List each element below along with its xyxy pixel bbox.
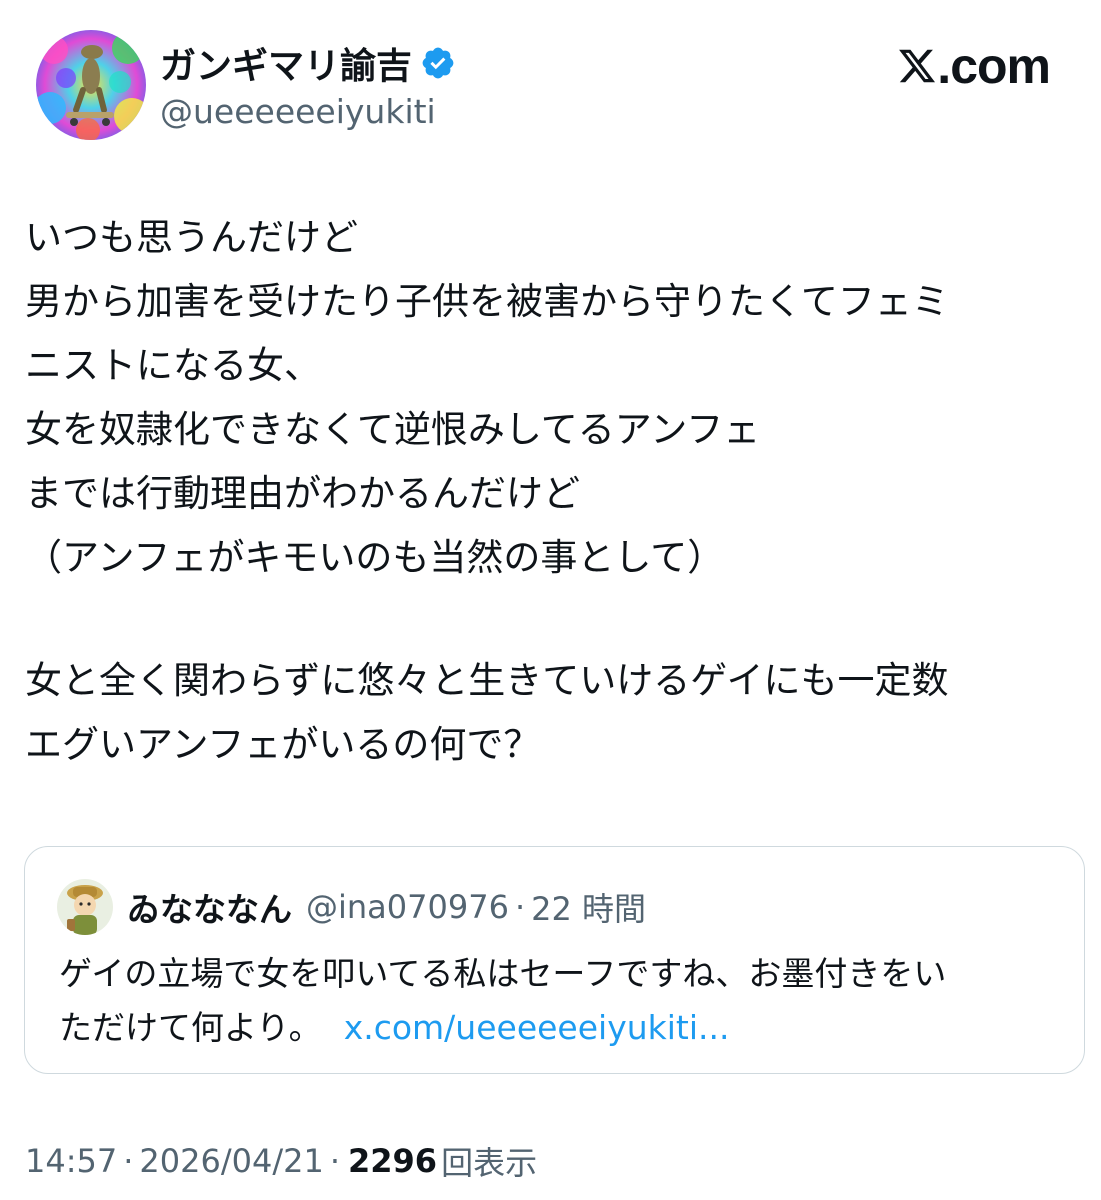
tweet-line: 男から加害を受けたり子供を被害から守りたくてフェミ [25, 280, 949, 323]
x-brand: .com [897, 36, 1051, 96]
quoted-tweet-link[interactable]: x.com/ueeeeeeiyukiti... [344, 1008, 730, 1047]
quoted-tweet-header: ゐなななん @ina070976 · 22 時間 [57, 877, 646, 937]
author-name-row: ガンギマリ諭吉 [160, 37, 456, 89]
quoted-author-name[interactable]: ゐなななん [127, 883, 292, 931]
author-avatar[interactable] [36, 30, 146, 140]
tweet-line: 女と全く関わらずに悠々と生きていけるゲイにも一定数 [25, 659, 949, 702]
views-count[interactable]: 2296 [348, 1142, 437, 1180]
quoted-author-avatar[interactable] [57, 879, 113, 935]
tweet-line: エグいアンフェがいるの何で？ [25, 723, 541, 766]
tweet-footer: 14:57 · 2026/04/21 · 2296 回表示 [25, 1136, 537, 1186]
verified-badge-icon [420, 45, 456, 81]
footer-separator: · [123, 1142, 134, 1180]
tweet-line: までは行動理由がわかるんだけど [25, 472, 580, 515]
tweet-line: いつも思うんだけど [25, 216, 358, 259]
tweet-time[interactable]: 14:57 [25, 1142, 117, 1180]
author-display-name[interactable]: ガンギマリ諭吉 [160, 37, 412, 89]
author-handle[interactable]: @ueeeeeeiyukiti [160, 92, 456, 131]
explorer-character-avatar [57, 879, 113, 935]
quoted-text-line: ただけて何より。 x.com/ueeeeeeiyukiti... [59, 1001, 1069, 1055]
quoted-author-handle[interactable]: @ina070976 [306, 888, 509, 926]
quoted-tweet-card[interactable]: ゐなななん @ina070976 · 22 時間 ゲイの立場で女を叩いてる私はセ… [24, 846, 1085, 1074]
tweet-body: いつも思うんだけど 男から加害を受けたり子供を被害から守りたくてフェミ ニストに… [25, 206, 1075, 777]
frog-on-skateboard-avatar [36, 30, 146, 140]
quoted-text-line-2: ただけて何より。 [59, 1008, 322, 1047]
tweet-line: （アンフェがキモいのも当然の事として） [25, 536, 725, 579]
brand-domain: .com [937, 38, 1051, 94]
tweet-line: ニストになる女、 [25, 344, 321, 387]
tweet-line: 女を奴隷化できなくて逆恨みしてるアンフェ [25, 408, 761, 451]
quoted-meta-separator: · [514, 888, 526, 926]
tweet-header: ガンギマリ諭吉 @ueeeeeeiyukiti .com [36, 30, 1066, 142]
author-info: ガンギマリ諭吉 @ueeeeeeiyukiti [160, 40, 456, 131]
tweet-date[interactable]: 2026/04/21 [139, 1142, 323, 1180]
footer-separator: · [329, 1142, 340, 1180]
x-logo-icon [897, 45, 937, 87]
quoted-text-line: ゲイの立場で女を叩いてる私はセーフですね、お墨付きをい [59, 954, 947, 993]
quoted-tweet-time[interactable]: 22 時間 [531, 884, 646, 930]
views-label: 回表示 [441, 1144, 538, 1182]
quoted-tweet-text: ゲイの立場で女を叩いてる私はセーフですね、お墨付きをい ただけて何より。 x.co… [59, 947, 1069, 1055]
